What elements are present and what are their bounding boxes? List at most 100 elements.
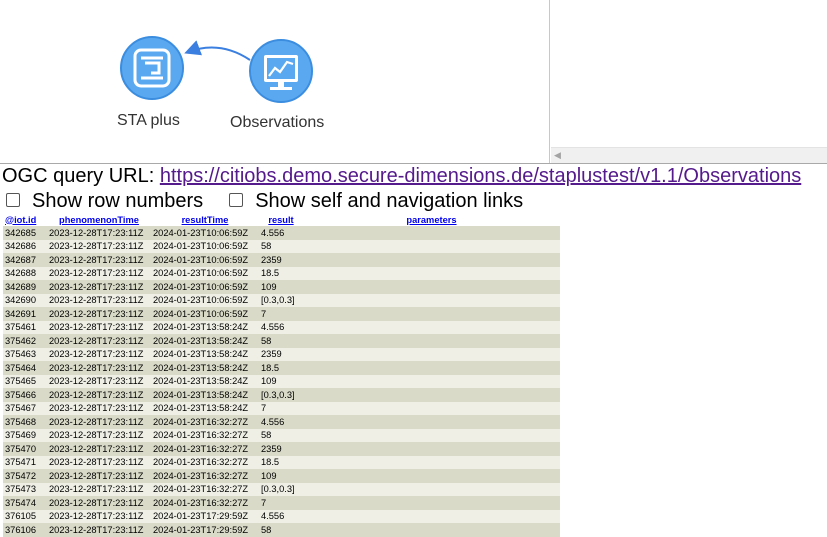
cell-iot-id: 375469 (3, 428, 47, 442)
cell-parameters (303, 509, 560, 523)
cell-result-time: 2024-01-23T10:06:59Z (151, 293, 259, 307)
cell-phenomenon-time: 2023-12-28T17:23:11Z (47, 482, 151, 496)
cell-iot-id: 375471 (3, 455, 47, 469)
cell-parameters (303, 482, 560, 496)
cell-result: 109 (259, 374, 303, 388)
cell-result-time: 2024-01-23T13:58:24Z (151, 361, 259, 375)
column-header-parameters[interactable]: parameters (303, 213, 560, 226)
cell-phenomenon-time: 2023-12-28T17:23:11Z (47, 334, 151, 348)
column-header-result[interactable]: result (259, 213, 303, 226)
cell-iot-id: 375466 (3, 388, 47, 402)
show-row-numbers-label[interactable]: Show row numbers (32, 189, 203, 213)
cell-iot-id: 375467 (3, 401, 47, 415)
cell-phenomenon-time: 2023-12-28T17:23:11Z (47, 253, 151, 267)
cell-iot-id: 342688 (3, 266, 47, 280)
cell-iot-id: 375465 (3, 374, 47, 388)
column-header-phenomenon-time[interactable]: phenomenonTime (47, 213, 151, 226)
cell-result-time: 2024-01-23T10:06:59Z (151, 307, 259, 321)
column-header-iot-id[interactable]: @iot.id (3, 213, 47, 226)
cell-result: 18.5 (259, 266, 303, 280)
cell-phenomenon-time: 2023-12-28T17:23:11Z (47, 239, 151, 253)
table-row: 375463 2023-12-28T17:23:11Z 2024-01-23T13:… (3, 347, 560, 361)
cell-iot-id: 375470 (3, 442, 47, 456)
cell-result: 58 (259, 239, 303, 253)
query-url-link[interactable]: https://citiobs.demo.secure-dimensions.d… (160, 165, 801, 187)
node-label-observations: Observations (230, 114, 325, 131)
node-label-sta-plus: STA plus (117, 112, 180, 129)
cell-phenomenon-time: 2023-12-28T17:23:11Z (47, 455, 151, 469)
table-row: 375466 2023-12-28T17:23:11Z 2024-01-23T13:… (3, 388, 560, 402)
cell-result: 18.5 (259, 361, 303, 375)
table-body: 342685 2023-12-28T17:23:11Z 2024-01-23T10:… (3, 226, 560, 537)
cell-phenomenon-time: 2023-12-28T17:23:11Z (47, 293, 151, 307)
cell-parameters (303, 293, 560, 307)
cell-result-time: 2024-01-23T10:06:59Z (151, 280, 259, 294)
cell-parameters (303, 266, 560, 280)
cell-iot-id: 342686 (3, 239, 47, 253)
table-row: 375473 2023-12-28T17:23:11Z 2024-01-23T16:… (3, 482, 560, 496)
cell-result-time: 2024-01-23T10:06:59Z (151, 253, 259, 267)
cell-result: 2359 (259, 253, 303, 267)
cell-phenomenon-time: 2023-12-28T17:23:11Z (47, 469, 151, 483)
cell-result: 4.556 (259, 509, 303, 523)
cell-result-time: 2024-01-23T16:32:27Z (151, 415, 259, 429)
cell-result-time: 2024-01-23T10:06:59Z (151, 226, 259, 240)
node-sta-plus[interactable] (120, 36, 184, 100)
cell-result: 58 (259, 523, 303, 537)
cell-parameters (303, 455, 560, 469)
cell-phenomenon-time: 2023-12-28T17:23:11Z (47, 226, 151, 240)
cell-result-time: 2024-01-23T13:58:24Z (151, 320, 259, 334)
table-header-row: @iot.id phenomenonTime resultTime result… (3, 213, 560, 226)
node-observations[interactable] (249, 39, 313, 103)
cell-parameters (303, 320, 560, 334)
show-links-label[interactable]: Show self and navigation links (255, 189, 523, 213)
table-row: 342690 2023-12-28T17:23:11Z 2024-01-23T10:… (3, 293, 560, 307)
graph-canvas[interactable] (0, 0, 549, 163)
cell-iot-id: 375473 (3, 482, 47, 496)
query-url-label: OGC query URL: (2, 165, 155, 187)
cell-result: 109 (259, 280, 303, 294)
cell-parameters (303, 361, 560, 375)
cell-parameters (303, 442, 560, 456)
horizontal-scrollbar[interactable]: ◀ (551, 147, 827, 163)
show-links-checkbox[interactable] (229, 193, 244, 207)
cell-parameters (303, 253, 560, 267)
cell-result: [0.3,0.3] (259, 482, 303, 496)
scroll-left-icon[interactable]: ◀ (554, 150, 561, 161)
observations-table: @iot.id phenomenonTime resultTime result… (3, 213, 560, 537)
table-row: 375465 2023-12-28T17:23:11Z 2024-01-23T13:… (3, 374, 560, 388)
cell-phenomenon-time: 2023-12-28T17:23:11Z (47, 442, 151, 456)
table-row: 342686 2023-12-28T17:23:11Z 2024-01-23T10:… (3, 239, 560, 253)
cell-phenomenon-time: 2023-12-28T17:23:11Z (47, 374, 151, 388)
cell-result-time: 2024-01-23T16:32:27Z (151, 442, 259, 456)
cell-phenomenon-time: 2023-12-28T17:23:11Z (47, 266, 151, 280)
show-row-numbers-checkbox[interactable] (6, 193, 20, 207)
cell-iot-id: 342685 (3, 226, 47, 240)
cell-phenomenon-time: 2023-12-28T17:23:11Z (47, 523, 151, 537)
cell-result: [0.3,0.3] (259, 293, 303, 307)
cell-result: 109 (259, 469, 303, 483)
cell-iot-id: 375462 (3, 334, 47, 348)
cell-iot-id: 376106 (3, 523, 47, 537)
cell-parameters (303, 415, 560, 429)
cell-parameters (303, 347, 560, 361)
cell-result-time: 2024-01-23T16:32:27Z (151, 469, 259, 483)
cell-result: 2359 (259, 442, 303, 456)
cell-parameters (303, 469, 560, 483)
cell-phenomenon-time: 2023-12-28T17:23:11Z (47, 361, 151, 375)
query-url-line: OGC query URL: https://citiobs.demo.secu… (2, 164, 801, 188)
cell-iot-id: 342690 (3, 293, 47, 307)
graph-edge (184, 40, 251, 61)
cell-result: 7 (259, 307, 303, 321)
cell-parameters (303, 374, 560, 388)
cell-iot-id: 375468 (3, 415, 47, 429)
table-row: 375467 2023-12-28T17:23:11Z 2024-01-23T13:… (3, 401, 560, 415)
table-row: 342691 2023-12-28T17:23:11Z 2024-01-23T10:… (3, 307, 560, 321)
graph-panel[interactable]: STA plus Observations (0, 0, 550, 163)
column-header-result-time[interactable]: resultTime (151, 213, 259, 226)
cell-phenomenon-time: 2023-12-28T17:23:11Z (47, 320, 151, 334)
cell-result-time: 2024-01-23T13:58:24Z (151, 374, 259, 388)
cell-result-time: 2024-01-23T13:58:24Z (151, 401, 259, 415)
cell-result: 18.5 (259, 455, 303, 469)
cell-result: [0.3,0.3] (259, 388, 303, 402)
